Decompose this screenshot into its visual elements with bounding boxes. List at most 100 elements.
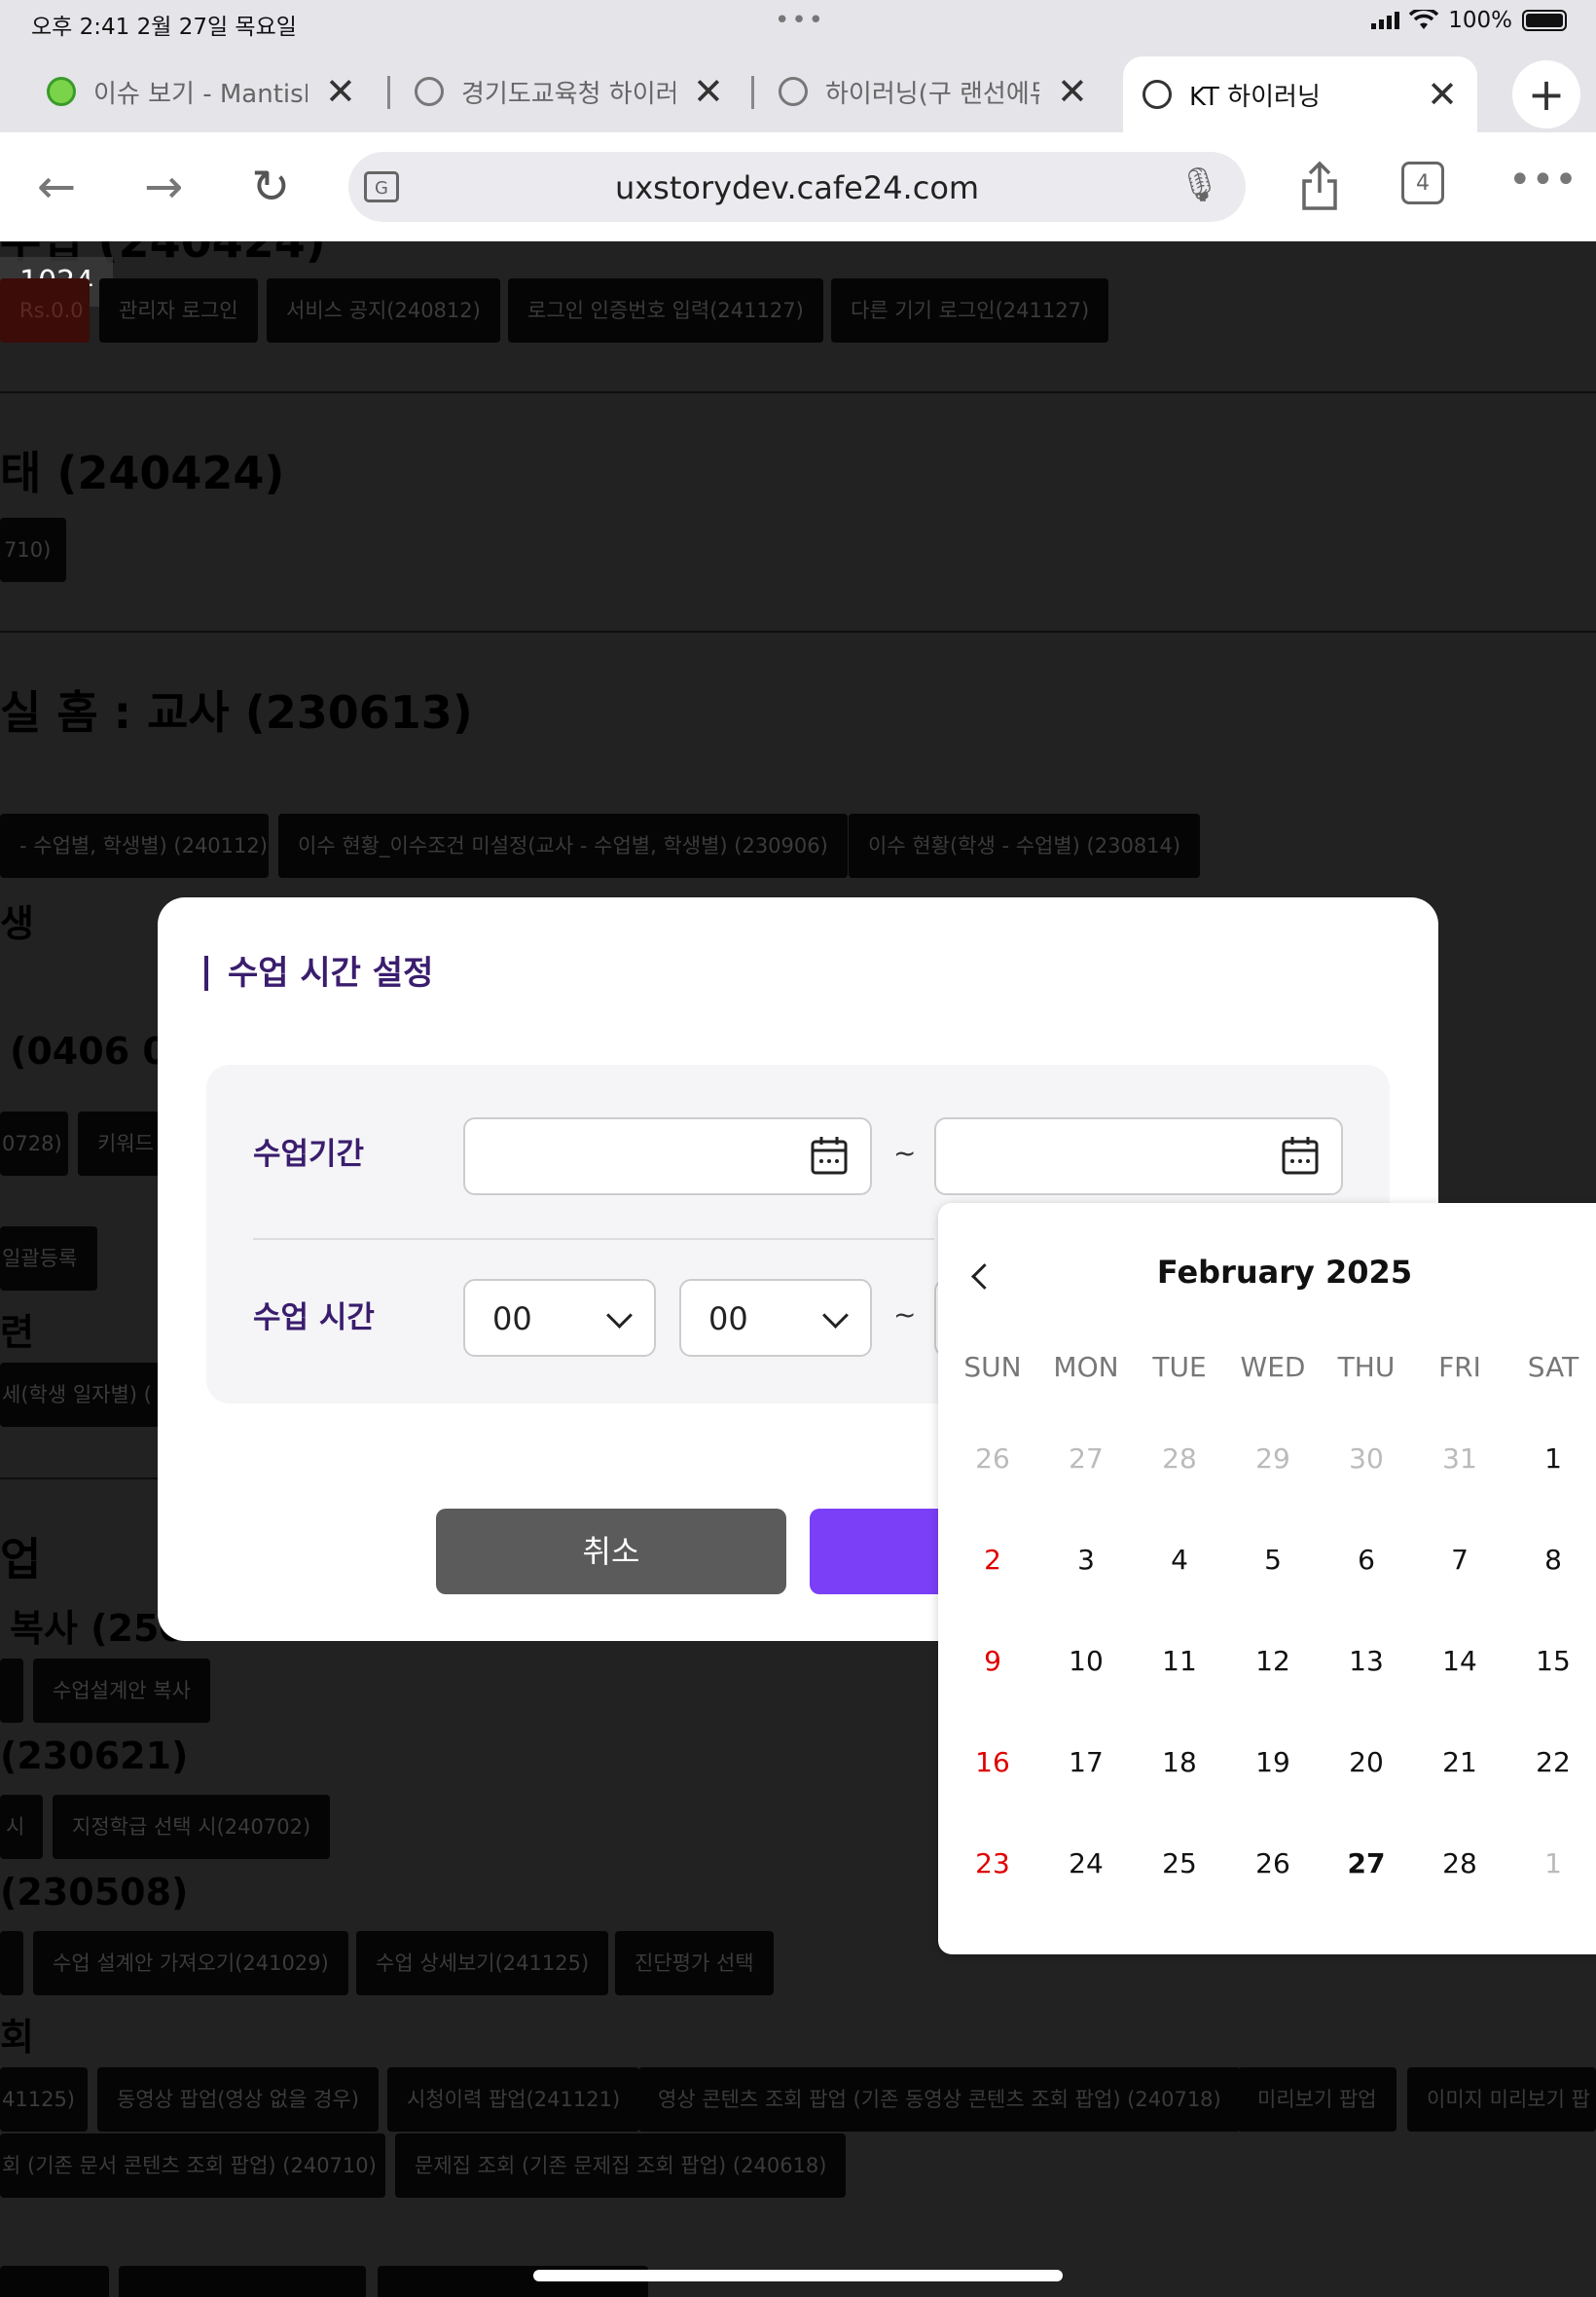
chip[interactable]: 시 — [0, 1795, 43, 1859]
section-heading: 생 — [0, 902, 34, 945]
chip[interactable]: 수업 설계안 가져오기(241029) — [33, 1931, 348, 1995]
new-tab-button[interactable]: + — [1512, 60, 1580, 128]
tab-overview-button[interactable]: 4 — [1401, 162, 1444, 204]
chip[interactable]: 710) — [0, 518, 66, 582]
chip[interactable]: 수업 상세보기(241125) — [356, 1931, 609, 1995]
divider — [0, 391, 1596, 393]
calendar-day[interactable]: 7 — [1413, 1544, 1506, 1576]
back-icon[interactable]: ← — [37, 160, 76, 214]
calendar-day[interactable]: 4 — [1133, 1544, 1226, 1576]
calendar-day: 29 — [1255, 1442, 1290, 1475]
chip[interactable]: 다른 기기 로그인(241127) — [831, 278, 1109, 343]
chip[interactable]: 동영상 팝업(영상 없을 경우) — [97, 2067, 379, 2132]
start-minute-select[interactable]: 00 — [679, 1279, 872, 1357]
calendar-day[interactable]: 5 — [1226, 1544, 1320, 1576]
chip[interactable]: 미리보기 팝업 — [1238, 2067, 1396, 2132]
chip[interactable] — [0, 2266, 109, 2297]
close-tab-icon[interactable]: ✕ — [325, 70, 356, 113]
calendar-day[interactable]: 17 — [1039, 1746, 1133, 1778]
close-tab-icon[interactable]: ✕ — [693, 70, 724, 113]
calendar-day[interactable]: 9 — [946, 1645, 1039, 1677]
tab-gyeonggi[interactable]: 경기도교육청 하이러닝 ✕ — [415, 62, 724, 121]
chip[interactable]: 로그인 인증번호 입력(241127) — [508, 278, 823, 343]
browser-tab-bar: 이슈 보기 - MantisBT ✕ 경기도교육청 하이러닝 ✕ 하이러닝(구 … — [0, 47, 1596, 132]
calendar-icon[interactable] — [1281, 1135, 1320, 1176]
calendar-day[interactable]: 19 — [1226, 1746, 1320, 1778]
chip[interactable]: 진단평가 선택 — [615, 1931, 774, 1995]
home-indicator[interactable] — [533, 2270, 1063, 2281]
close-tab-icon[interactable]: ✕ — [1427, 73, 1458, 116]
chip[interactable] — [0, 1659, 23, 1723]
calendar-day: 26 — [975, 1442, 1010, 1475]
calendar-day: 31 — [1442, 1442, 1477, 1475]
calendar-day[interactable]: 11 — [1133, 1645, 1226, 1677]
multitask-dots-icon[interactable]: ••• — [775, 6, 825, 35]
start-date-input[interactable] — [463, 1117, 872, 1195]
calendar-day[interactable]: 22 — [1506, 1746, 1596, 1778]
chip[interactable]: 0728) — [0, 1112, 68, 1176]
close-tab-icon[interactable]: ✕ — [1057, 70, 1088, 113]
chip[interactable]: - 수업별, 학생별) (240112) — [0, 814, 269, 878]
chip[interactable]: 키워드 — [78, 1112, 160, 1176]
battery-icon — [1522, 10, 1567, 31]
share-icon[interactable] — [1298, 160, 1341, 212]
chip[interactable]: 영상 콘텐츠 조회 팝업 (기존 동영상 콘텐츠 조회 팝업) (240718) — [638, 2067, 1241, 2132]
chip[interactable]: 시청이력 팝업(241121) — [387, 2067, 640, 2132]
form-divider — [253, 1238, 934, 1240]
address-bar[interactable]: G uxstorydev.cafe24.com 🎙 — [348, 152, 1246, 222]
more-icon[interactable]: ••• — [1508, 158, 1578, 202]
chip[interactable]: 수업설계안 복사 — [33, 1659, 210, 1723]
tab-hilearning[interactable]: 하이러닝(구 랜선에듀) ✕ — [779, 62, 1088, 121]
calendar-day[interactable]: 13 — [1320, 1645, 1413, 1677]
time-label: 수업 시간 — [253, 1300, 375, 1335]
calendar-day[interactable]: 14 — [1413, 1645, 1506, 1677]
chip[interactable]: 문제집 조회 (기존 문제집 조회 팝업) (240618) — [395, 2133, 847, 2198]
cancel-button[interactable]: 취소 — [436, 1509, 786, 1594]
calendar-day[interactable]: 2 — [946, 1544, 1039, 1576]
calendar-day[interactable]: 24 — [1039, 1847, 1133, 1879]
reload-icon[interactable]: ↻ — [251, 160, 290, 214]
calendar-day[interactable]: 10 — [1039, 1645, 1133, 1677]
tab-kt-hilearning[interactable]: KT 하이러닝 ✕ — [1123, 56, 1477, 132]
calendar-day[interactable]: 26 — [1226, 1847, 1320, 1879]
calendar-day[interactable]: 1 — [1506, 1442, 1596, 1475]
tab-mantis[interactable]: 이슈 보기 - MantisBT ✕ — [47, 62, 356, 121]
calendar-day[interactable]: 25 — [1133, 1847, 1226, 1879]
chip[interactable] — [119, 2266, 366, 2297]
tab-title: 이슈 보기 - MantisBT — [93, 79, 308, 109]
calendar-day[interactable]: 21 — [1413, 1746, 1506, 1778]
microphone-icon[interactable]: 🎙 — [1179, 165, 1220, 204]
calendar-day[interactable]: 16 — [946, 1746, 1039, 1778]
end-date-input[interactable] — [934, 1117, 1343, 1195]
calendar-day[interactable]: 27 — [1320, 1847, 1413, 1879]
chip[interactable]: 이미지 미리보기 팝 — [1407, 2067, 1596, 2132]
chip[interactable]: 일괄등록 — [0, 1226, 97, 1291]
chip[interactable]: 지정학급 선택 시(240702) — [53, 1795, 331, 1859]
select-value: 00 — [708, 1300, 748, 1337]
forward-icon[interactable]: → — [144, 160, 183, 214]
calendar-day: 27 — [1069, 1442, 1104, 1475]
chip[interactable] — [0, 1931, 23, 1995]
chip[interactable]: 관리자 로그인 — [99, 278, 258, 343]
chip[interactable]: 서비스 공지(240812) — [267, 278, 500, 343]
calendar-day[interactable]: 15 — [1506, 1645, 1596, 1677]
chip[interactable]: 세(학생 일자별) ( — [0, 1363, 165, 1427]
calendar-day[interactable]: 23 — [946, 1847, 1039, 1879]
weekday-header-0: SUN — [963, 1351, 1022, 1383]
calendar-day[interactable]: 28 — [1413, 1847, 1506, 1879]
calendar-day[interactable]: 20 — [1320, 1746, 1413, 1778]
globe-icon — [415, 77, 444, 106]
chip[interactable]: 이수 현황(학생 - 수업별) (230814) — [849, 814, 1201, 878]
chip[interactable]: Rs.0.0 — [0, 278, 90, 343]
tab-title: 경기도교육청 하이러닝 — [461, 79, 675, 109]
calendar-day[interactable]: 12 — [1226, 1645, 1320, 1677]
chip[interactable]: 이수 현황_이수조건 미설정(교사 - 수업별, 학생별) (230906) — [278, 814, 848, 878]
calendar-day[interactable]: 3 — [1039, 1544, 1133, 1576]
calendar-icon[interactable] — [810, 1135, 849, 1176]
chip[interactable]: 41125) — [0, 2067, 88, 2132]
calendar-day[interactable]: 18 — [1133, 1746, 1226, 1778]
chip[interactable]: 회 (기존 문서 콘텐츠 조회 팝업) (240710) — [0, 2133, 385, 2198]
calendar-day[interactable]: 6 — [1320, 1544, 1413, 1576]
start-hour-select[interactable]: 00 — [463, 1279, 656, 1357]
calendar-day[interactable]: 8 — [1506, 1544, 1596, 1576]
